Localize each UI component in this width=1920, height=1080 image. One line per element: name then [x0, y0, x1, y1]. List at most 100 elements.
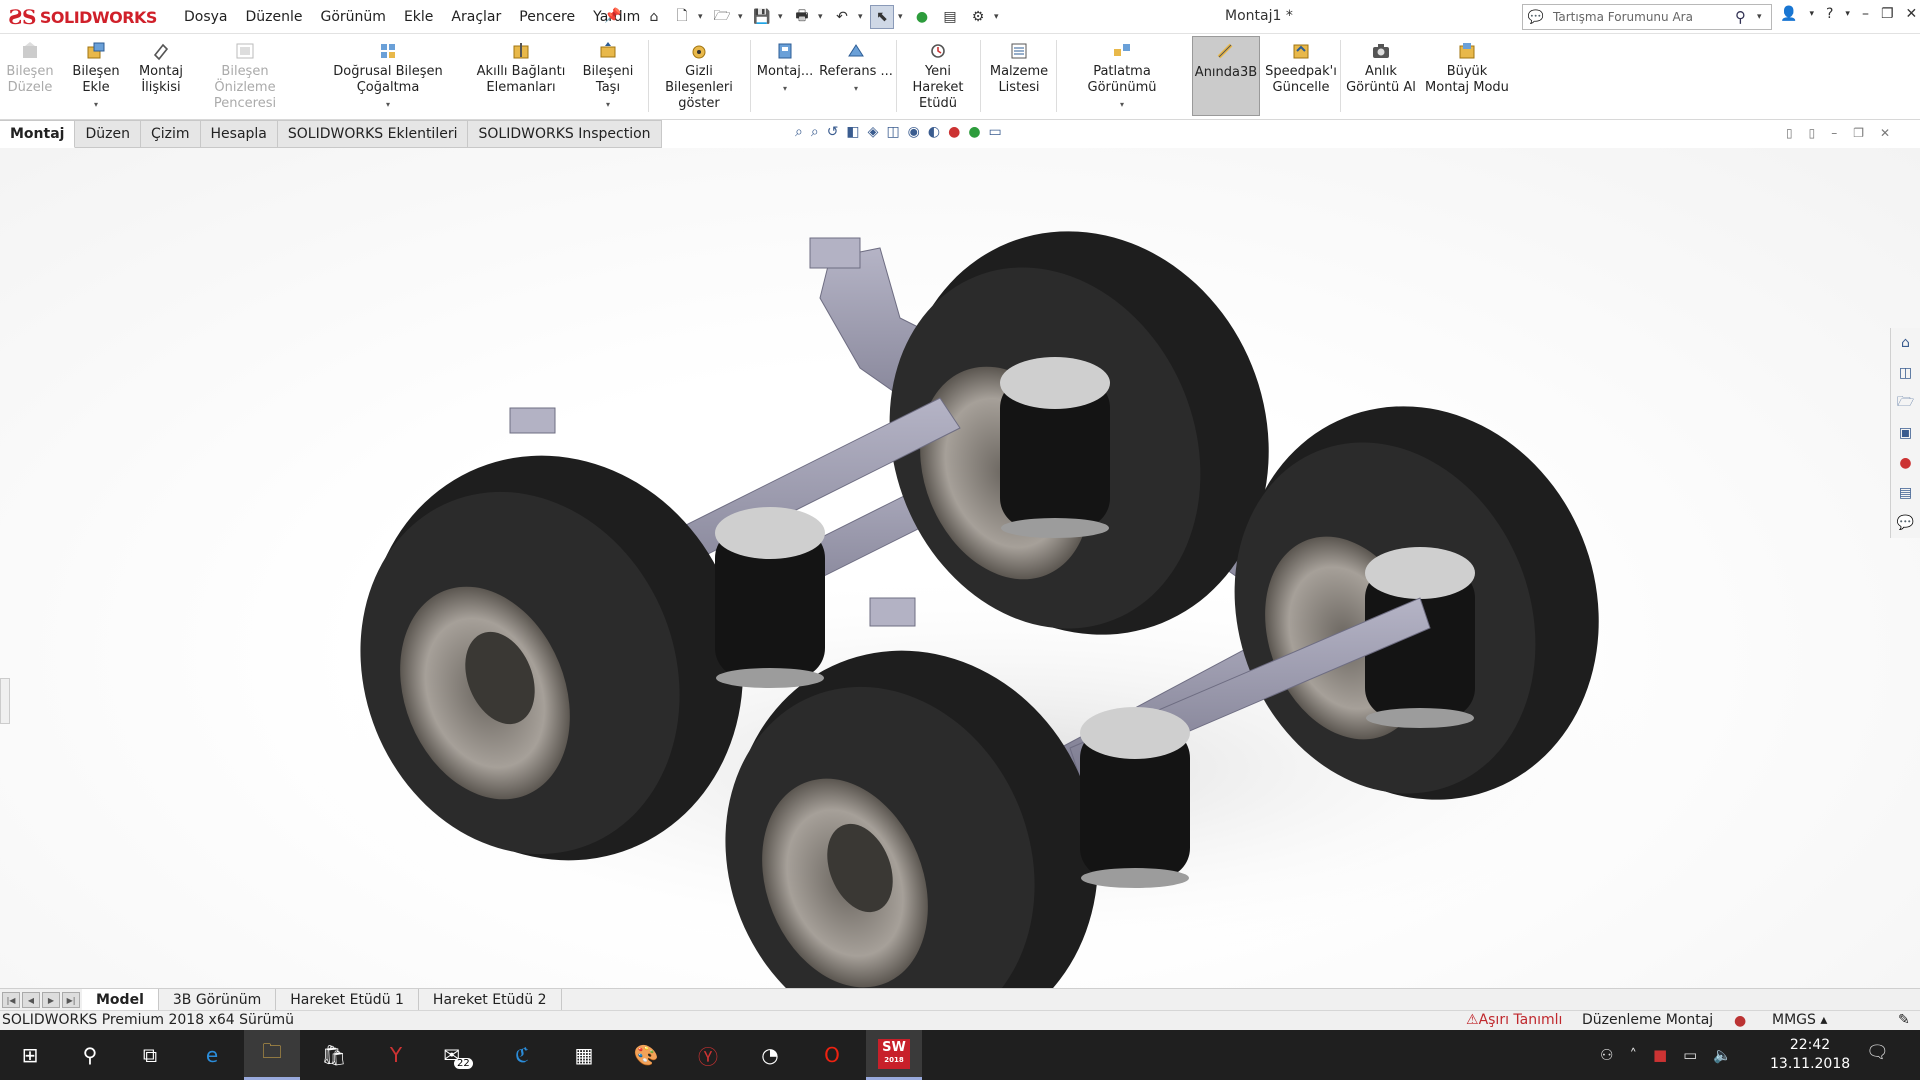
- tab-duzen[interactable]: Düzen: [75, 120, 141, 148]
- edge-browser-icon[interactable]: e: [184, 1030, 240, 1080]
- viewport-close-icon[interactable]: ✕: [1880, 126, 1890, 140]
- save-icon[interactable]: 💾: [750, 5, 774, 29]
- action-center-icon[interactable]: 🗨: [1866, 1042, 1889, 1063]
- update-speedpak-button[interactable]: Speedpak'ı Güncelle: [1264, 36, 1338, 116]
- help-icon[interactable]: ?: [1826, 6, 1833, 22]
- open-dropdown-icon[interactable]: ▾: [738, 12, 746, 22]
- zoom-to-area-icon[interactable]: ⌕: [811, 124, 819, 140]
- show-hidden-components-button[interactable]: Gizli Bileşenleri göster: [652, 36, 746, 116]
- reference-geometry-dropdown-icon[interactable]: ▾: [854, 81, 858, 97]
- start-windows-icon[interactable]: ⊞: [2, 1030, 58, 1080]
- store-icon[interactable]: 🛍: [306, 1030, 362, 1080]
- battery-icon[interactable]: ▭: [1683, 1046, 1697, 1064]
- user-icon[interactable]: 👤: [1780, 6, 1797, 22]
- tab-cizim[interactable]: Çizim: [140, 120, 201, 148]
- tab-montaj[interactable]: Montaj: [0, 120, 76, 148]
- tab-motion-study-2[interactable]: Hareket Etüdü 2: [418, 989, 562, 1011]
- open-folder-icon[interactable]: 🗁: [710, 5, 734, 29]
- yandex-browser-icon[interactable]: Ⓨ: [680, 1030, 736, 1080]
- antivirus-icon[interactable]: ■: [1653, 1046, 1667, 1064]
- instant3d-button[interactable]: Anında3B: [1192, 36, 1260, 116]
- clock[interactable]: 22:42 13.11.2018: [1770, 1036, 1850, 1074]
- insert-component-dropdown-icon[interactable]: ▾: [94, 97, 98, 113]
- restore-icon[interactable]: ❐: [1881, 6, 1894, 22]
- menu-duzenle[interactable]: Düzenle: [237, 9, 312, 25]
- unit-system[interactable]: MMGS ▴: [1772, 1012, 1827, 1028]
- viewport-restore-icon[interactable]: ❐: [1853, 126, 1864, 140]
- volume-icon[interactable]: 🔈: [1713, 1046, 1732, 1064]
- new-motion-study-button[interactable]: Yeni Hareket Etüdü: [898, 36, 978, 116]
- tab-solidworks-eklentileri[interactable]: SOLIDWORKS Eklentileri: [277, 120, 469, 148]
- assembly-features-dropdown-icon[interactable]: ▾: [783, 81, 787, 97]
- print-dropdown-icon[interactable]: ▾: [818, 12, 826, 22]
- exploded-view-button[interactable]: Patlatma Görünümü ▾: [1058, 36, 1186, 116]
- app-c-icon[interactable]: ℭ: [494, 1030, 550, 1080]
- viewport-tile-left-icon[interactable]: ▯: [1786, 126, 1793, 140]
- help-dropdown-icon[interactable]: ▾: [1845, 6, 1850, 22]
- feature-manager-expand-handle[interactable]: [0, 678, 10, 724]
- yandex-icon[interactable]: Y: [368, 1030, 424, 1080]
- status-tag-icon[interactable]: ✎: [1898, 1012, 1910, 1028]
- calculator-icon[interactable]: ▦: [556, 1030, 612, 1080]
- search-taskbar-icon[interactable]: ⚲: [62, 1030, 118, 1080]
- file-properties-icon[interactable]: ▤: [938, 5, 962, 29]
- search-box[interactable]: 💬 Tartışma Forumunu Ara ⚲ ▾: [1522, 4, 1772, 30]
- apply-scene-icon[interactable]: ●: [968, 124, 980, 140]
- menu-araclar[interactable]: Araçlar: [442, 9, 510, 25]
- tab-motion-study-1[interactable]: Hareket Etüdü 1: [276, 989, 419, 1011]
- bill-of-materials-button[interactable]: Malzeme Listesi: [982, 36, 1056, 116]
- next-tab-icon[interactable]: ▶: [42, 992, 60, 1008]
- move-component-button[interactable]: Bileşeni Taşı ▾: [570, 36, 646, 116]
- linear-pattern-dropdown-icon[interactable]: ▾: [386, 97, 390, 113]
- forum-icon[interactable]: 💬: [1891, 510, 1920, 536]
- dynamic-annotation-icon[interactable]: ◈: [868, 124, 879, 140]
- paint-icon[interactable]: 🎨: [618, 1030, 674, 1080]
- show-hidden-tray-icon[interactable]: ˄: [1629, 1046, 1637, 1064]
- solidworks-logo[interactable]: ƧS SOLIDWORKS: [8, 2, 157, 32]
- options-gear-icon[interactable]: ⚙: [966, 5, 990, 29]
- print-icon[interactable]: 🖶: [790, 5, 814, 29]
- solidworks-taskbar-icon[interactable]: SW 2018: [866, 1030, 922, 1080]
- first-tab-icon[interactable]: |◀: [2, 992, 20, 1008]
- zoom-to-fit-icon[interactable]: ⌕: [795, 124, 803, 140]
- viewport-tile-right-icon[interactable]: ▯: [1809, 126, 1816, 140]
- save-dropdown-icon[interactable]: ▾: [778, 12, 786, 22]
- linear-component-pattern-button[interactable]: Doğrusal Bileşen Çoğaltma ▾: [304, 36, 472, 116]
- suspension-assembly-model[interactable]: [0, 148, 1920, 988]
- menu-ekle[interactable]: Ekle: [395, 9, 442, 25]
- section-view-icon[interactable]: ◧: [846, 124, 859, 140]
- menu-pencere[interactable]: Pencere: [510, 9, 584, 25]
- tab-hesapla[interactable]: Hesapla: [200, 120, 278, 148]
- opera-icon[interactable]: O: [804, 1030, 860, 1080]
- menu-gorunum[interactable]: Görünüm: [312, 9, 395, 25]
- insert-component-button[interactable]: Bileşen Ekle ▾: [58, 36, 134, 116]
- over-defined-warning[interactable]: ⚠Aşırı Tanımlı: [1466, 1012, 1562, 1028]
- undo-icon[interactable]: ↶: [830, 5, 854, 29]
- air-spring[interactable]: [715, 507, 825, 688]
- appearances-icon[interactable]: ●: [1891, 450, 1920, 476]
- smart-fasteners-button[interactable]: Akıllı Bağlantı Elemanları: [476, 36, 566, 116]
- graphics-area[interactable]: Y X Z ⌂ ◫ 🗁 ▣ ● ▤ 💬: [0, 148, 1920, 988]
- move-component-dropdown-icon[interactable]: ▾: [606, 97, 610, 113]
- search-input[interactable]: Tartışma Forumunu Ara: [1549, 10, 1735, 24]
- mate-button[interactable]: Montaj İlişkisi: [136, 36, 186, 116]
- air-spring[interactable]: [1000, 357, 1110, 538]
- pin-menu-icon[interactable]: 📌: [604, 8, 621, 24]
- rebuild-icon[interactable]: ●: [910, 5, 934, 29]
- search-icon[interactable]: ⚲: [1735, 8, 1757, 26]
- viewport-minimize-icon[interactable]: –: [1831, 126, 1837, 140]
- prev-tab-icon[interactable]: ◀: [22, 992, 40, 1008]
- view-palette-icon[interactable]: ▣: [1891, 420, 1920, 446]
- mail-icon[interactable]: ✉ 22: [430, 1030, 486, 1080]
- display-style-icon[interactable]: ◉: [908, 124, 920, 140]
- reference-geometry-button[interactable]: Referans ... ▾: [818, 36, 894, 116]
- user-dropdown-icon[interactable]: ▾: [1809, 6, 1814, 22]
- edit-appearance-icon[interactable]: ●: [948, 124, 960, 140]
- menu-dosya[interactable]: Dosya: [175, 9, 237, 25]
- select-dropdown-icon[interactable]: ▾: [898, 12, 906, 22]
- tab-model[interactable]: Model: [82, 989, 159, 1011]
- task-view-icon[interactable]: ⧉: [122, 1030, 178, 1080]
- minimize-icon[interactable]: –: [1862, 6, 1869, 22]
- edit-component-button[interactable]: Bileşen Düzele: [4, 36, 56, 116]
- people-icon[interactable]: ⚇: [1600, 1046, 1613, 1064]
